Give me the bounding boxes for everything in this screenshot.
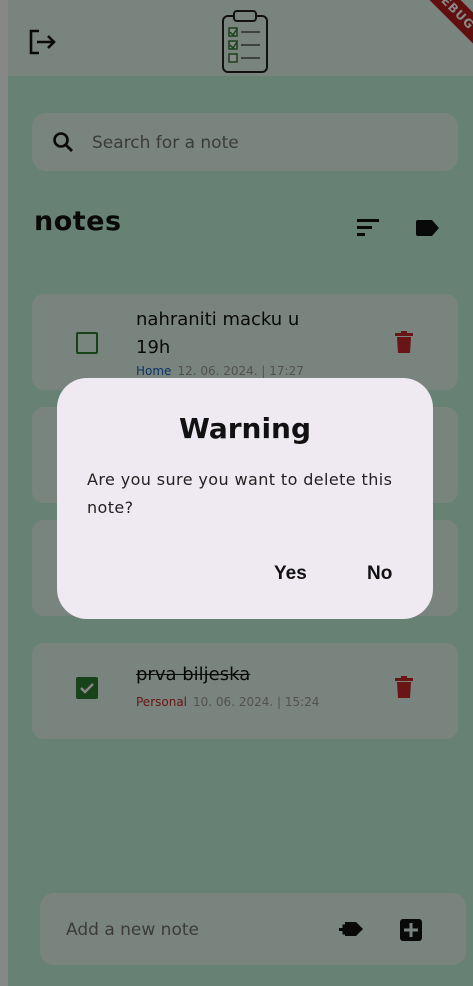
- yes-button[interactable]: Yes: [274, 563, 307, 585]
- dialog-title: Warning: [178, 412, 312, 445]
- warning-dialog: Warning Are you sure you want to delete …: [57, 378, 433, 619]
- no-button[interactable]: No: [367, 563, 392, 585]
- dialog-message: Are you sure you want to delete this not…: [87, 470, 393, 517]
